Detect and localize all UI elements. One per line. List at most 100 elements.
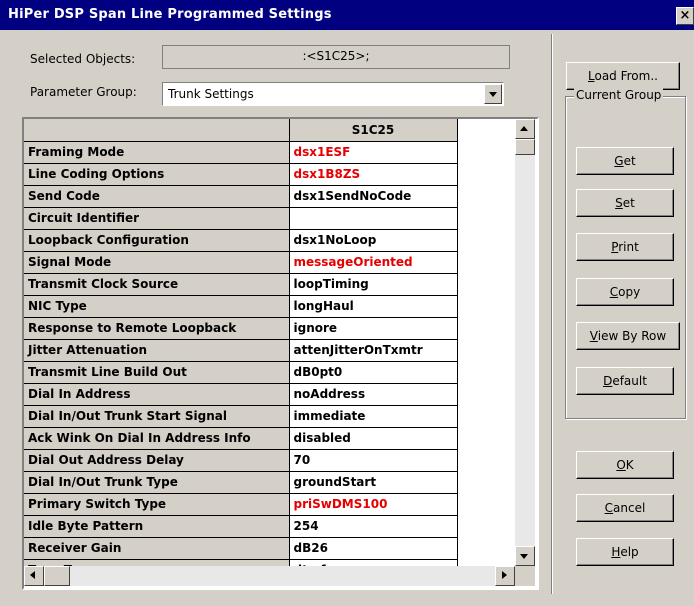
ok-mnemonic: O xyxy=(616,458,626,472)
table-row: Primary Switch Type priSwDMS100 xyxy=(24,493,458,516)
value-cell[interactable]: dsx1SendNoCode xyxy=(289,185,458,208)
value-cell[interactable]: ignore xyxy=(289,317,458,340)
scroll-down-button[interactable] xyxy=(515,546,535,566)
row-header-cell[interactable]: Loopback Configuration xyxy=(24,229,290,252)
cancel-mnemonic: C xyxy=(604,501,614,515)
set-button[interactable]: Set xyxy=(576,189,674,217)
column-header-s1c25[interactable]: S1C25 xyxy=(289,119,458,142)
arrow-up-icon xyxy=(520,126,528,131)
row-header-cell[interactable]: Framing Mode xyxy=(24,141,290,164)
row-header-cell[interactable]: Dial In Address xyxy=(24,383,290,406)
row-header-cell[interactable]: Send Code xyxy=(24,185,290,208)
table-row: Line Coding Options dsx1B8ZS xyxy=(24,163,458,186)
ok-button[interactable]: OK xyxy=(576,451,674,479)
table-row: Transmit Line Build Out dB0pt0 xyxy=(24,361,458,384)
value-cell[interactable]: attenJitterOnTxmtr xyxy=(289,339,458,362)
table-row: Receiver Gain dB26 xyxy=(24,537,458,560)
arrow-right-icon xyxy=(502,571,507,579)
value-cell[interactable]: longHaul xyxy=(289,295,458,318)
load-from-button[interactable]: Load From.. xyxy=(566,62,680,90)
value-cell[interactable]: groundStart xyxy=(289,471,458,494)
parameter-group-select[interactable]: Trunk Settings xyxy=(162,82,504,106)
row-header-cell[interactable]: Primary Switch Type xyxy=(24,493,290,516)
value-cell[interactable]: noAddress xyxy=(289,383,458,406)
vertical-scroll-thumb[interactable] xyxy=(515,139,535,155)
help-mnemonic: H xyxy=(611,545,621,559)
vertical-scrollbar[interactable] xyxy=(515,119,535,566)
table-row: Dial In/Out Trunk Type groundStart xyxy=(24,471,458,494)
table-row: Transmit Clock Source loopTiming xyxy=(24,273,458,296)
value-cell[interactable]: dB0pt0 xyxy=(289,361,458,384)
row-header-cell[interactable]: Jitter Attenuation xyxy=(24,339,290,362)
selected-objects-label: Selected Objects: xyxy=(30,52,136,66)
row-header-cell[interactable]: Transmit Line Build Out xyxy=(24,361,290,384)
horizontal-scroll-thumb[interactable] xyxy=(44,566,70,586)
ok-label: K xyxy=(625,458,634,472)
row-header-cell[interactable]: Idle Byte Pattern xyxy=(24,515,290,538)
row-header-cell[interactable]: Signal Mode xyxy=(24,251,290,274)
get-button[interactable]: Get xyxy=(576,147,674,175)
selected-objects-field: :<S1C25>; xyxy=(162,45,510,69)
row-header-cell[interactable]: Line Coding Options xyxy=(24,163,290,186)
row-header-cell[interactable]: Transmit Clock Source xyxy=(24,273,290,296)
value-cell[interactable]: immediate xyxy=(289,405,458,428)
row-header-cell[interactable]: Ack Wink On Dial In Address Info xyxy=(24,427,290,450)
arrow-down-icon xyxy=(520,554,528,559)
value-cell[interactable]: messageOriented xyxy=(289,251,458,274)
value-cell[interactable]: 70 xyxy=(289,449,458,472)
horizontal-scrollbar[interactable] xyxy=(24,566,515,586)
help-button[interactable]: Help xyxy=(576,538,674,566)
value-cell[interactable] xyxy=(289,207,458,230)
set-mnemonic: S xyxy=(615,196,623,210)
table-row: Idle Byte Pattern 254 xyxy=(24,515,458,538)
arrow-left-icon xyxy=(30,571,35,579)
current-group-label: Current Group xyxy=(574,88,664,102)
load-from-label: oad From.. xyxy=(594,69,658,83)
value-cell[interactable]: priSwDMS100 xyxy=(289,493,458,516)
chevron-down-icon xyxy=(489,92,497,97)
table-row: Dial Out Address Delay 70 xyxy=(24,449,458,472)
table-row: Circuit Identifier xyxy=(24,207,458,230)
table-row: Signal Mode messageOriented xyxy=(24,251,458,274)
settings-table: S1C25 Framing Mode dsx1ESF Line Coding Opt… xyxy=(24,119,458,582)
scroll-left-button[interactable] xyxy=(24,566,44,586)
row-header-cell[interactable]: Dial In/Out Trunk Type xyxy=(24,471,290,494)
dropdown-button[interactable] xyxy=(484,84,502,104)
value-cell[interactable]: dsx1B8ZS xyxy=(289,163,458,186)
title-bar: HiPer DSP Span Line Programmed Settings … xyxy=(0,0,694,30)
settings-grid[interactable]: S1C25 Framing Mode dsx1ESF Line Coding Opt… xyxy=(22,117,539,590)
view-by-row-button[interactable]: View By Row xyxy=(576,322,680,350)
table-row: Dial In Address noAddress xyxy=(24,383,458,406)
value-cell[interactable]: loopTiming xyxy=(289,273,458,296)
table-row: Ack Wink On Dial In Address Info disabled xyxy=(24,427,458,450)
scrollbar-corner xyxy=(515,566,535,586)
row-header-cell[interactable]: Response to Remote Loopback xyxy=(24,317,290,340)
view-by-row-mnemonic: V xyxy=(589,329,598,343)
value-cell[interactable]: 254 xyxy=(289,515,458,538)
row-header-cell[interactable]: Dial Out Address Delay xyxy=(24,449,290,472)
value-cell[interactable]: dB26 xyxy=(289,537,458,560)
copy-label: opy xyxy=(618,285,641,299)
table-header-row: S1C25 xyxy=(24,119,458,142)
parameter-group-value: Trunk Settings xyxy=(168,87,254,101)
table-row: Dial In/Out Trunk Start Signal immediate xyxy=(24,405,458,428)
print-button[interactable]: Print xyxy=(576,233,674,261)
value-cell[interactable]: disabled xyxy=(289,427,458,450)
row-header-cell[interactable]: NIC Type xyxy=(24,295,290,318)
row-header-cell[interactable]: Circuit Identifier xyxy=(24,207,290,230)
view-by-row-label: iew By Row xyxy=(597,329,667,343)
row-header-cell[interactable]: Receiver Gain xyxy=(24,537,290,560)
copy-button[interactable]: Copy xyxy=(576,278,674,306)
row-header-cell[interactable]: Dial In/Out Trunk Start Signal xyxy=(24,405,290,428)
value-cell[interactable]: dsx1ESF xyxy=(289,141,458,164)
default-mnemonic: D xyxy=(603,374,613,388)
close-button[interactable]: × xyxy=(676,7,694,25)
value-cell[interactable]: dsx1NoLoop xyxy=(289,229,458,252)
help-label: elp xyxy=(620,545,639,559)
scroll-right-button[interactable] xyxy=(495,566,515,586)
default-button[interactable]: Default xyxy=(576,367,674,395)
get-label: et xyxy=(623,154,636,168)
get-mnemonic: G xyxy=(614,154,624,168)
cancel-button[interactable]: Cancel xyxy=(576,494,674,522)
scroll-up-button[interactable] xyxy=(515,119,535,139)
